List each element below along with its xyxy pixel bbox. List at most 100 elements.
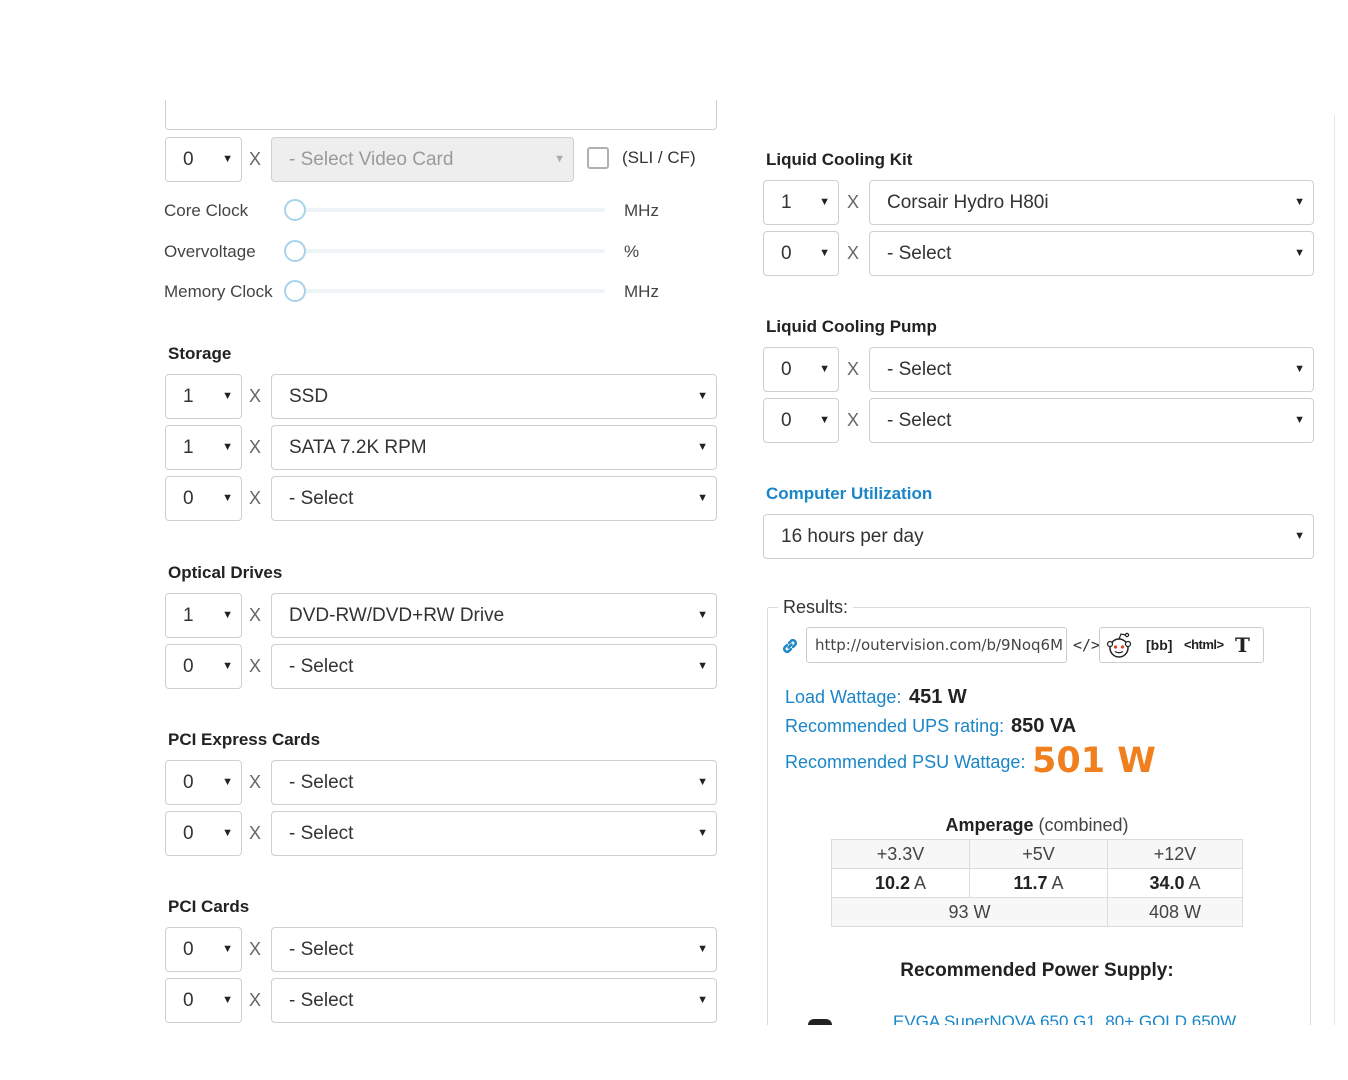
storage-qty-select-1[interactable]: 1 ▼	[165, 374, 242, 419]
recommended-psu-link[interactable]: EVGA SuperNOVA 650 G1, 80+ GOLD 650W	[893, 1011, 1253, 1025]
video-card-qty-select[interactable]: 0 ▼	[165, 137, 242, 182]
core-clock-handle[interactable]	[284, 199, 306, 221]
multiply-sign: X	[249, 772, 262, 792]
storage-qty-select-3[interactable]: 0 ▼	[165, 476, 242, 521]
liquid-pump-select-1[interactable]: - Select ▼	[869, 347, 1314, 392]
select-value: - Select	[887, 410, 952, 431]
qty-value: 0	[781, 410, 792, 431]
liquid-pump-qty-select-2[interactable]: 0 ▼	[763, 398, 839, 443]
caret-down-icon: ▼	[697, 943, 708, 955]
multiply-sign: X	[249, 990, 262, 1010]
reddit-icon[interactable]	[1104, 632, 1134, 663]
liquid-pump-select-2[interactable]: - Select ▼	[869, 398, 1314, 443]
ups-rating-label: Recommended UPS rating:	[785, 716, 1005, 736]
multiply-sign: X	[249, 823, 262, 843]
optical-select-1[interactable]: DVD-RW/DVD+RW Drive ▼	[271, 593, 717, 638]
optical-drives-title: Optical Drives	[168, 563, 283, 582]
liquid-cooling-kit-title: Liquid Cooling Kit	[766, 150, 913, 169]
qty-value: 0	[183, 656, 194, 677]
pci-cards-title: PCI Cards	[168, 897, 250, 916]
select-value: - Select	[289, 656, 354, 677]
sli-checkbox[interactable]	[587, 147, 609, 169]
caret-down-icon: ▼	[222, 441, 233, 453]
amps-value: 10.2	[874, 872, 910, 893]
overvoltage-label: Overvoltage	[164, 242, 256, 261]
caret-down-icon: ▼	[1294, 414, 1305, 426]
computer-utilization-title: Computer Utilization	[766, 484, 933, 503]
pcie-qty-select-1[interactable]: 0 ▼	[165, 760, 242, 805]
select-value: DVD-RW/DVD+RW Drive	[289, 605, 505, 626]
liquid-kit-qty-select-1[interactable]: 1 ▼	[763, 180, 839, 225]
core-clock-track[interactable]	[295, 208, 605, 212]
overvoltage-handle[interactable]	[284, 240, 306, 262]
select-value: - Select	[289, 772, 354, 793]
select-value: - Select	[887, 359, 952, 380]
caret-down-icon: ▼	[697, 492, 708, 504]
optical-qty-select-2[interactable]: 0 ▼	[165, 644, 242, 689]
watts-3v3-5v: 93 W	[831, 897, 1108, 927]
pci-select-2[interactable]: - Select ▼	[271, 978, 717, 1023]
amps-value: 11.7	[1013, 872, 1048, 893]
qty-value: 0	[183, 488, 194, 509]
watts-12v: 408 W	[1107, 897, 1243, 927]
code-icon[interactable]: </>	[1073, 636, 1100, 654]
amperage-heading: Amperage (combined)	[831, 815, 1243, 836]
caret-down-icon: ▼	[222, 660, 233, 672]
caret-down-icon: ▼	[222, 943, 233, 955]
memory-clock-handle[interactable]	[284, 280, 306, 302]
sli-label: (SLI / CF)	[622, 148, 696, 167]
liquid-kit-select-2[interactable]: - Select ▼	[869, 231, 1314, 276]
caret-down-icon: ▼	[697, 827, 708, 839]
overvoltage-track[interactable]	[295, 249, 605, 253]
qty-value: 0	[183, 990, 194, 1011]
caret-down-icon: ▼	[697, 994, 708, 1006]
viewport-bottom-blank	[0, 1025, 1348, 1080]
pci-qty-select-2[interactable]: 0 ▼	[165, 978, 242, 1023]
select-value: 16 hours per day	[781, 526, 924, 547]
pcie-select-2[interactable]: - Select ▼	[271, 811, 717, 856]
pci-qty-select-1[interactable]: 0 ▼	[165, 927, 242, 972]
multiply-sign: X	[249, 386, 262, 406]
ups-rating-value: 850 VA	[1011, 715, 1077, 737]
memory-clock-track[interactable]	[295, 289, 605, 293]
storage-select-3[interactable]: - Select ▼	[271, 476, 717, 521]
amps-3v3: 10.2 A	[831, 868, 970, 898]
select-value: - Select	[289, 488, 354, 509]
liquid-kit-qty-select-2[interactable]: 0 ▼	[763, 231, 839, 276]
optical-qty-select-1[interactable]: 1 ▼	[165, 593, 242, 638]
utilization-select[interactable]: 16 hours per day ▼	[763, 514, 1314, 559]
video-card-select[interactable]: - Select Video Card ▼	[271, 137, 574, 182]
multiply-sign: X	[847, 192, 860, 212]
storage-select-2[interactable]: SATA 7.2K RPM ▼	[271, 425, 717, 470]
pcie-select-1[interactable]: - Select ▼	[271, 760, 717, 805]
liquid-pump-qty-select-1[interactable]: 0 ▼	[763, 347, 839, 392]
caret-down-icon: ▼	[222, 153, 233, 165]
caret-down-icon: ▼	[222, 492, 233, 504]
caret-down-icon: ▼	[1294, 363, 1305, 375]
psu-wattage-value: 501 W	[1032, 741, 1156, 781]
qty-value: 0	[183, 772, 194, 793]
multiply-sign: X	[249, 939, 262, 959]
liquid-kit-select-1[interactable]: Corsair Hydro H80i ▼	[869, 180, 1314, 225]
memory-clock-label[interactable]: Memory Clock	[164, 282, 273, 302]
storage-qty-select-2[interactable]: 1 ▼	[165, 425, 242, 470]
caret-down-icon: ▼	[697, 609, 708, 621]
amp-unit: A	[914, 872, 927, 893]
multiply-sign: X	[847, 243, 860, 263]
rail-3v3: +3.3V	[831, 839, 970, 869]
liquid-cooling-pump-title: Liquid Cooling Pump	[766, 317, 937, 336]
optical-select-2[interactable]: - Select ▼	[271, 644, 717, 689]
pcie-qty-select-2[interactable]: 0 ▼	[165, 811, 242, 856]
pci-select-1[interactable]: - Select ▼	[271, 927, 717, 972]
psu-link-text: EVGA SuperNOVA 650 G1, 80+ GOLD 650W	[893, 1012, 1237, 1025]
storage-select-1[interactable]: SSD ▼	[271, 374, 717, 419]
rail-5v: +5V	[969, 839, 1108, 869]
html-button[interactable]: <html>	[1184, 628, 1224, 662]
caret-down-icon: ▼	[222, 994, 233, 1006]
previous-select-partial[interactable]	[165, 100, 717, 130]
text-button[interactable]: T	[1235, 628, 1250, 662]
caret-down-icon: ▼	[1294, 196, 1305, 208]
bbcode-button[interactable]: [bb]	[1146, 628, 1172, 662]
rail-12v: +12V	[1107, 839, 1243, 869]
share-url-input[interactable]: http://outervision.com/b/9Noq6M	[806, 627, 1067, 663]
